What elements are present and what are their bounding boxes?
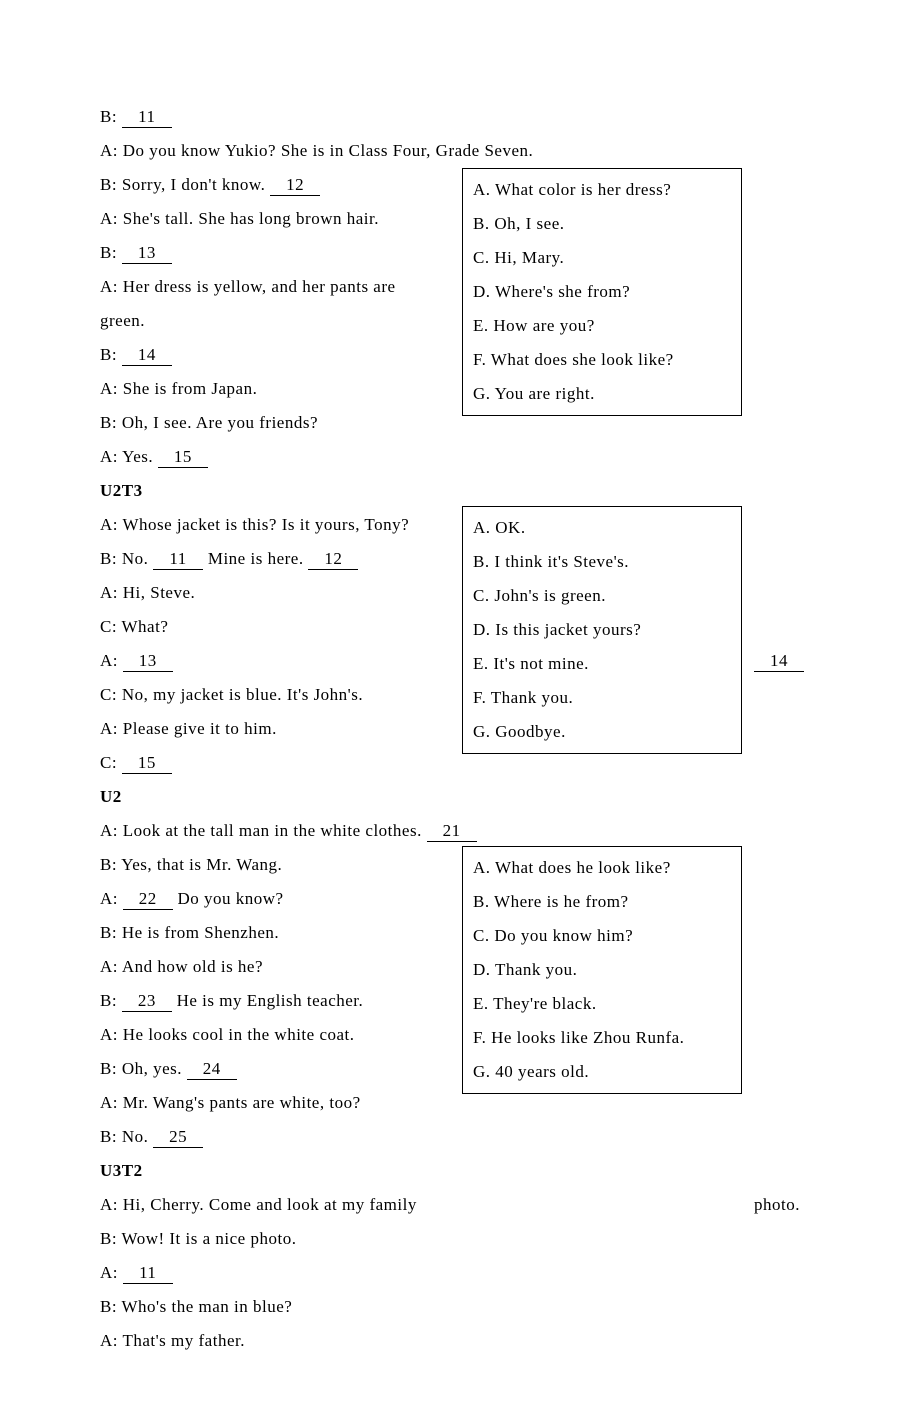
- dialog-line: B: 14: [100, 338, 820, 372]
- dialog-line: A: He looks cool in the white coat.: [100, 1018, 820, 1052]
- dialog-line: C: 15: [100, 746, 820, 780]
- dialog-line: B: Oh, yes. 24: [100, 1052, 820, 1086]
- dialog-line: B: 13: [100, 236, 820, 270]
- blank: 24: [187, 1060, 237, 1080]
- dialog-line: C: What?: [100, 610, 820, 644]
- blank: 15: [122, 754, 172, 774]
- section-heading: U2T3: [100, 474, 820, 508]
- dialog-line: A: She is from Japan.: [100, 372, 820, 406]
- blank: 13: [123, 652, 173, 672]
- dialog-line: A: 13: [100, 644, 820, 678]
- overflow-word-photo: photo.: [754, 1188, 800, 1222]
- dialog-line: A: Please give it to him.: [100, 712, 820, 746]
- section-3: A. What does he look like? B. Where is h…: [100, 814, 820, 1154]
- section-heading: U2: [100, 780, 820, 814]
- blank: 25: [153, 1128, 203, 1148]
- dialog-line: B: 23 He is my English teacher.: [100, 984, 820, 1018]
- dialog-line: A: Do you know Yukio? She is in Class Fo…: [100, 134, 820, 168]
- dialog-line: green.: [100, 304, 820, 338]
- dialog-line: B: Oh, I see. Are you friends?: [100, 406, 820, 440]
- blank: 11: [153, 550, 203, 570]
- dialog-line: B: Yes, that is Mr. Wang.: [100, 848, 820, 882]
- blank: 21: [427, 822, 477, 842]
- dialog-line: B: Sorry, I don't know. 12: [100, 168, 820, 202]
- dialog-line: A: Hi, Cherry. Come and look at my famil…: [100, 1188, 820, 1222]
- blank: 22: [123, 890, 173, 910]
- blank: 12: [308, 550, 358, 570]
- dialog-line: B: Who's the man in blue?: [100, 1290, 820, 1324]
- dialog-line: A: She's tall. She has long brown hair.: [100, 202, 820, 236]
- blank: 23: [122, 992, 172, 1012]
- blank: 15: [158, 448, 208, 468]
- dialog-line: C: No, my jacket is blue. It's John's.: [100, 678, 820, 712]
- dialog-line: B: 11: [100, 100, 820, 134]
- section-4: A: Hi, Cherry. Come and look at my famil…: [100, 1188, 820, 1358]
- dialog-line: B: No. 11 Mine is here. 12: [100, 542, 820, 576]
- blank: 14: [122, 346, 172, 366]
- dialog-line: A: Look at the tall man in the white clo…: [100, 814, 820, 848]
- section-heading: U3T2: [100, 1154, 820, 1188]
- dialog-line: A: Mr. Wang's pants are white, too?: [100, 1086, 820, 1120]
- dialog-line: A: Whose jacket is this? Is it yours, To…: [100, 508, 820, 542]
- dialog-line: B: No. 25: [100, 1120, 820, 1154]
- dialog-line: A: 11: [100, 1256, 820, 1290]
- blank: 11: [122, 108, 172, 128]
- dialog-line: A: That's my father.: [100, 1324, 820, 1358]
- blank: 11: [123, 1264, 173, 1284]
- dialog-line: A: Her dress is yellow, and her pants ar…: [100, 270, 820, 304]
- section-1: A. What color is her dress? B. Oh, I see…: [100, 100, 820, 474]
- section-2: A. OK. B. I think it's Steve's. C. John'…: [100, 508, 820, 780]
- dialog-line: B: Wow! It is a nice photo.: [100, 1222, 820, 1256]
- blank: 13: [122, 244, 172, 264]
- dialog-line: A: Hi, Steve.: [100, 576, 820, 610]
- dialog-line: A: Yes. 15: [100, 440, 820, 474]
- dialog-line: A: 22 Do you know?: [100, 882, 820, 916]
- blank: 12: [270, 176, 320, 196]
- dialog-line: B: He is from Shenzhen.: [100, 916, 820, 950]
- dialog-line: A: And how old is he?: [100, 950, 820, 984]
